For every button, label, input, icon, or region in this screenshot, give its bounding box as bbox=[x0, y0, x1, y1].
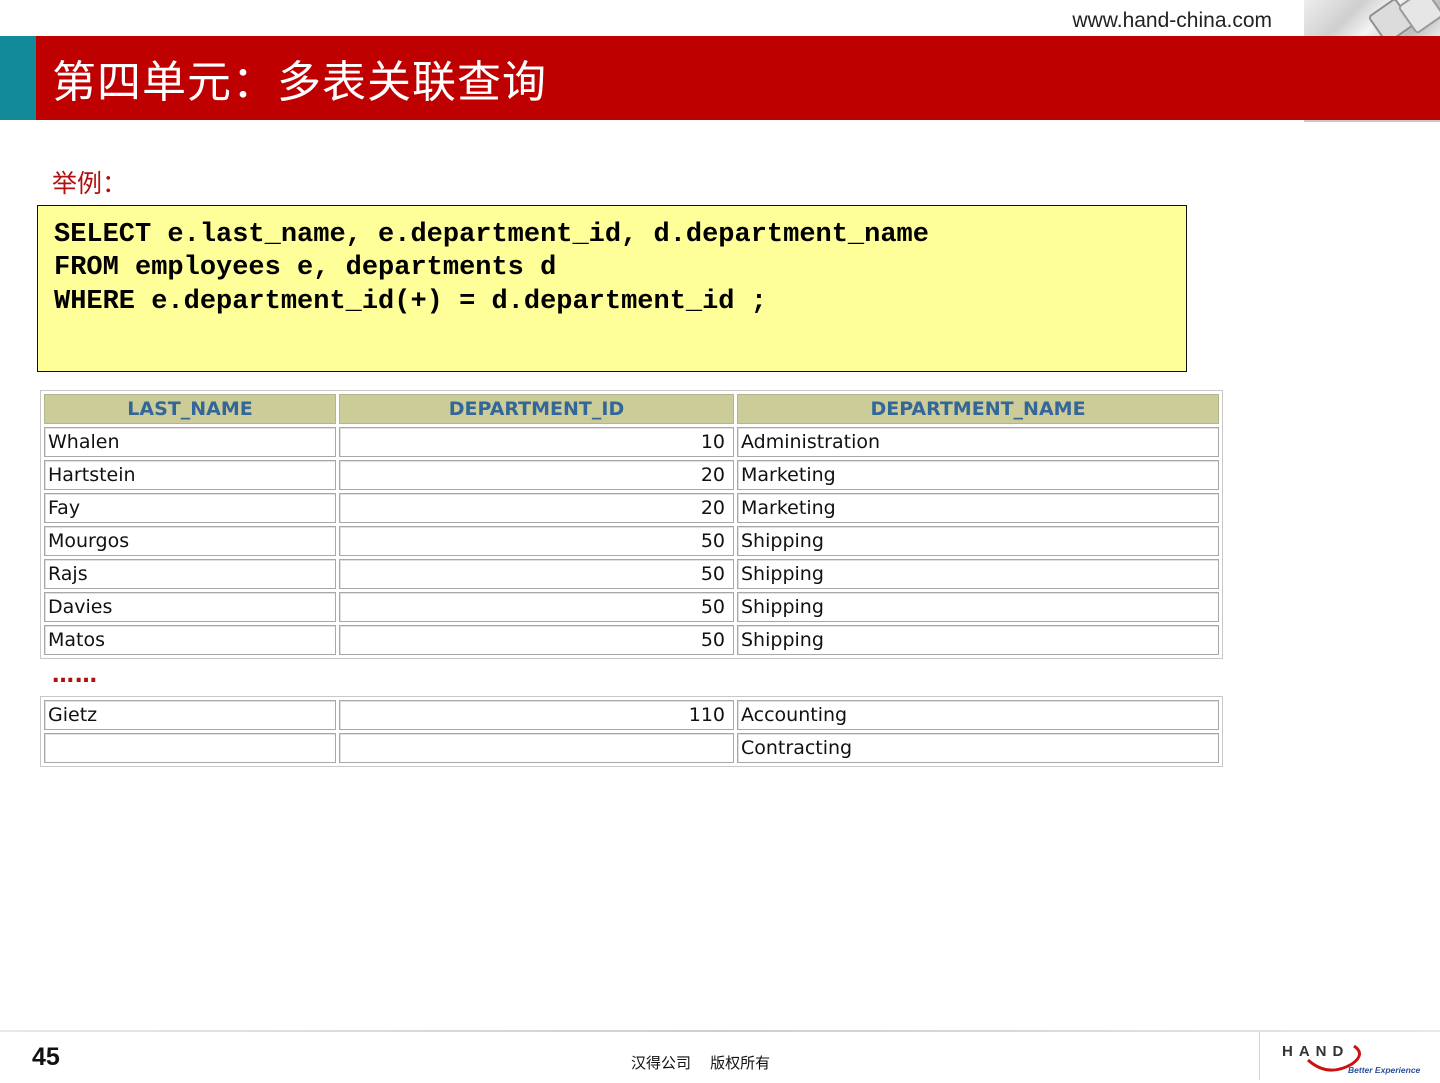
table-row: Hartstein 20 Marketing bbox=[44, 460, 1219, 490]
code-line-from: FROM employees e, departments d bbox=[54, 253, 557, 283]
cell-department-name: Administration bbox=[737, 427, 1219, 457]
cell-department-id: 50 bbox=[339, 559, 734, 589]
website-url: www.hand-china.com bbox=[1072, 9, 1272, 32]
cell-department-name: Accounting bbox=[737, 700, 1219, 730]
hand-logo: HAND Better Experience bbox=[1280, 1038, 1432, 1078]
cell-last-name: Gietz bbox=[44, 700, 336, 730]
code-line-where: WHERE e.department_id(+) = d.department_… bbox=[54, 287, 767, 317]
cell-department-id: 50 bbox=[339, 592, 734, 622]
cell-department-id: 110 bbox=[339, 700, 734, 730]
cell-last-name: Davies bbox=[44, 592, 336, 622]
cell-last-name: Whalen bbox=[44, 427, 336, 457]
footer-divider bbox=[0, 1030, 1440, 1032]
code-line-select: SELECT e.last_name, e.department_id, d.d… bbox=[54, 220, 929, 250]
page-number: 45 bbox=[32, 1043, 60, 1071]
cell-last-name: Hartstein bbox=[44, 460, 336, 490]
column-header-department-name: DEPARTMENT_NAME bbox=[737, 394, 1219, 424]
table-row: Whalen 10 Administration bbox=[44, 427, 1219, 457]
column-header-department-id: DEPARTMENT_ID bbox=[339, 394, 734, 424]
table-header-row: LAST_NAME DEPARTMENT_ID DEPARTMENT_NAME bbox=[44, 394, 1219, 424]
page-title: 第四单元：多表关联查询 bbox=[52, 57, 547, 108]
cell-department-id: 50 bbox=[339, 526, 734, 556]
cell-department-name: Marketing bbox=[737, 460, 1219, 490]
cell-last-name: Matos bbox=[44, 625, 336, 655]
sql-code-box: SELECT e.last_name, e.department_id, d.d… bbox=[37, 205, 1187, 372]
cell-department-id: 20 bbox=[339, 460, 734, 490]
cell-last-name: Mourgos bbox=[44, 526, 336, 556]
accent-block bbox=[0, 36, 36, 120]
table-row: Rajs 50 Shipping bbox=[44, 559, 1219, 589]
result-table-bottom: Gietz 110 Accounting Contracting bbox=[40, 696, 1223, 767]
cell-last-name bbox=[44, 733, 336, 763]
table-row: Fay 20 Marketing bbox=[44, 493, 1219, 523]
column-header-last-name: LAST_NAME bbox=[44, 394, 336, 424]
example-label: 举例： bbox=[52, 169, 128, 198]
cell-department-id bbox=[339, 733, 734, 763]
cell-last-name: Rajs bbox=[44, 559, 336, 589]
rows-omitted-ellipsis: …… bbox=[52, 663, 98, 688]
cell-department-name: Shipping bbox=[737, 559, 1219, 589]
cell-department-name: Shipping bbox=[737, 526, 1219, 556]
cell-department-name: Shipping bbox=[737, 592, 1219, 622]
logo-tagline: Better Experience bbox=[1348, 1065, 1421, 1075]
cell-department-name: Shipping bbox=[737, 625, 1219, 655]
corner-divider bbox=[1304, 120, 1440, 122]
table-row: Matos 50 Shipping bbox=[44, 625, 1219, 655]
cell-department-name: Marketing bbox=[737, 493, 1219, 523]
title-bar: 第四单元：多表关联查询 bbox=[36, 36, 1440, 120]
result-table-top: LAST_NAME DEPARTMENT_ID DEPARTMENT_NAME … bbox=[40, 390, 1223, 659]
cell-department-id: 20 bbox=[339, 493, 734, 523]
cell-department-name: Contracting bbox=[737, 733, 1219, 763]
table-row: Contracting bbox=[44, 733, 1219, 763]
keyboard-corner-image bbox=[1304, 0, 1440, 36]
table-row: Mourgos 50 Shipping bbox=[44, 526, 1219, 556]
table-row: Davies 50 Shipping bbox=[44, 592, 1219, 622]
logo-separator bbox=[1259, 1032, 1260, 1080]
cell-department-id: 50 bbox=[339, 625, 734, 655]
table-row: Gietz 110 Accounting bbox=[44, 700, 1219, 730]
hand-logo-icon: HAND Better Experience bbox=[1282, 1043, 1421, 1075]
copyright-text: 汉得公司 版权所有 bbox=[631, 1054, 771, 1072]
cell-last-name: Fay bbox=[44, 493, 336, 523]
cell-department-id: 10 bbox=[339, 427, 734, 457]
logo-wordmark: HAND bbox=[1282, 1043, 1349, 1060]
